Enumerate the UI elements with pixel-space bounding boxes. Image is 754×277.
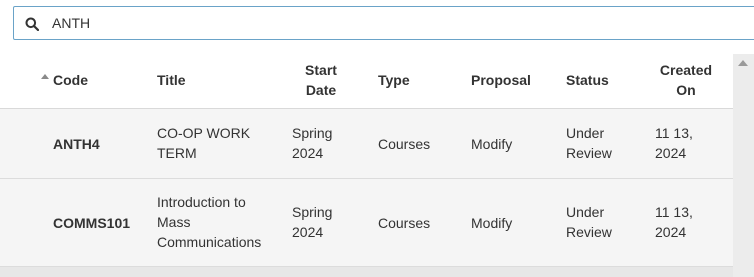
cell-start-line1: Spring bbox=[292, 125, 333, 141]
column-header-title[interactable]: Title bbox=[157, 70, 186, 90]
cell-proposal: Modify bbox=[471, 215, 513, 231]
column-header-status[interactable]: Status bbox=[566, 70, 609, 90]
cell-title-line3: Communications bbox=[157, 234, 262, 250]
results-table-area: Code Title Start Date Type Proposal Stat… bbox=[0, 54, 754, 277]
cell-created-line1: 11 13, bbox=[655, 204, 693, 220]
column-header-type[interactable]: Type bbox=[378, 70, 410, 90]
cell-created-on: 11 13, 2024 bbox=[655, 123, 693, 163]
cell-created-on: 11 13, 2024 bbox=[655, 202, 693, 242]
cell-status-line2: Review bbox=[566, 145, 612, 161]
cell-status-line2: Review bbox=[566, 224, 612, 240]
cell-created-line2: 2024 bbox=[655, 224, 687, 240]
cell-status: Under Review bbox=[566, 202, 612, 242]
column-header-created-line1: Created bbox=[659, 62, 713, 78]
cell-code[interactable]: COMMS101 bbox=[53, 213, 130, 233]
cell-start-date: Spring 2024 bbox=[292, 123, 332, 163]
cell-created-line1: 11 13, bbox=[655, 125, 693, 141]
cell-start-line2: 2024 bbox=[292, 224, 324, 240]
cell-type: Courses bbox=[378, 215, 431, 231]
cell-code[interactable]: ANTH4 bbox=[53, 134, 100, 154]
table-row[interactable]: COMMS101 Introduction to Mass Communicat… bbox=[0, 179, 733, 267]
cell-start-line2: 2024 bbox=[292, 145, 324, 161]
search-icon[interactable] bbox=[25, 17, 40, 32]
cell-title: CO-OP WORK TERM bbox=[157, 123, 250, 163]
cell-status: Under Review bbox=[566, 123, 612, 163]
column-header-created-on[interactable]: Created On bbox=[656, 60, 716, 100]
cell-title: Introduction to Mass Communications bbox=[157, 192, 261, 252]
column-header-created-line2: On bbox=[676, 82, 696, 98]
cell-status-line1: Under bbox=[566, 204, 605, 220]
table-header-row: Code Title Start Date Type Proposal Stat… bbox=[0, 54, 733, 109]
column-header-start-date-line1: Start bbox=[305, 62, 337, 78]
cell-title-line2: TERM bbox=[157, 145, 197, 161]
column-header-start-date[interactable]: Start Date bbox=[299, 60, 343, 100]
results-table: Code Title Start Date Type Proposal Stat… bbox=[0, 54, 733, 267]
cell-title-line2: Mass bbox=[157, 214, 191, 230]
cell-status-line1: Under bbox=[566, 125, 605, 141]
vertical-scrollbar[interactable] bbox=[733, 54, 754, 277]
cell-start-date: Spring 2024 bbox=[292, 202, 332, 242]
cell-created-line2: 2024 bbox=[655, 145, 687, 161]
sort-ascending-icon[interactable] bbox=[41, 74, 49, 79]
table-row[interactable]: ANTH4 CO-OP WORK TERM Spring 2024 Course… bbox=[0, 109, 733, 179]
column-header-proposal[interactable]: Proposal bbox=[471, 70, 531, 90]
search-input[interactable] bbox=[52, 13, 732, 33]
scroll-up-icon[interactable] bbox=[738, 60, 748, 66]
column-header-code[interactable]: Code bbox=[53, 70, 88, 90]
cell-proposal: Modify bbox=[471, 136, 513, 152]
cell-title-line1: CO-OP WORK bbox=[157, 125, 251, 141]
cell-title-line1: Introduction to bbox=[157, 194, 246, 210]
column-header-start-date-line2: Date bbox=[305, 82, 337, 98]
search-bar bbox=[13, 6, 754, 40]
cell-start-line1: Spring bbox=[292, 204, 333, 220]
cell-type: Courses bbox=[378, 136, 431, 152]
